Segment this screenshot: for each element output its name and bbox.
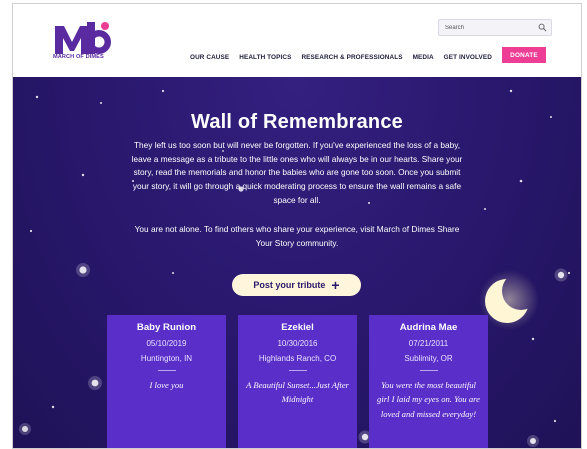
donate-button[interactable]: DONATE [502, 47, 546, 63]
nav-our-cause[interactable]: OUR CAUSE [190, 54, 229, 61]
tribute-location: Sublimity, OR [404, 354, 453, 363]
tribute-card[interactable]: Baby Runion 05/10/2019 Huntington, IN I … [107, 315, 226, 448]
main-nav: OUR CAUSE HEALTH TOPICS RESEARCH & PROFE… [190, 51, 502, 63]
nav-research-professionals[interactable]: RESEARCH & PROFESSIONALS [301, 54, 402, 61]
post-tribute-button[interactable]: Post your tribute + [232, 274, 361, 296]
tribute-date: 07/21/2011 [408, 339, 449, 348]
nav-media[interactable]: MEDIA [413, 54, 434, 61]
nav-get-involved[interactable]: GET INVOLVED [444, 54, 492, 61]
intro-paragraph: They left us too soon but will never be … [131, 140, 463, 205]
browser-viewport: MARCH OF DIMES OUR CAUSE HEALTH TOPICS R… [12, 3, 582, 449]
tribute-date: 10/30/2016 [277, 339, 318, 348]
search-box[interactable] [438, 19, 552, 36]
tribute-card[interactable]: Ezekiel 10/30/2016 Highlands Ranch, CO A… [238, 315, 357, 448]
search-input[interactable] [439, 20, 531, 35]
logo-wordmark: MARCH OF DIMES [53, 54, 104, 60]
divider [288, 370, 307, 371]
tribute-message: I love you [149, 380, 184, 390]
tribute-name: Audrina Mae [399, 322, 458, 333]
tribute-name: Ezekiel [281, 322, 314, 333]
nav-health-topics[interactable]: HEALTH TOPICS [239, 54, 291, 61]
page-title: Wall of Remembrance [190, 111, 403, 133]
tribute-message: A Beautiful Sunset...Just After Midnight [246, 380, 349, 405]
plus-icon: + [331, 276, 340, 293]
tribute-location: Huntington, IN [140, 354, 193, 363]
post-tribute-label: Post your tribute [253, 280, 326, 290]
remembrance-hero: Wall of Remembrance They left us too soo… [13, 77, 581, 448]
search-icon[interactable] [538, 23, 547, 32]
site-header: MARCH OF DIMES OUR CAUSE HEALTH TOPICS R… [13, 4, 581, 77]
tribute-message: You were the most beautiful girl I laid … [377, 380, 480, 419]
tribute-name: Baby Runion [136, 322, 197, 333]
tribute-location: Highlands Ranch, CO [258, 354, 337, 363]
tribute-date: 05/10/2019 [146, 339, 187, 348]
tribute-card[interactable]: Audrina Mae 07/21/2011 Sublimity, OR You… [369, 315, 488, 448]
community-paragraph: You are not alone. To find others who sh… [134, 224, 460, 248]
crescent-moon-icon [479, 270, 539, 330]
divider [419, 370, 438, 371]
divider [157, 370, 176, 371]
